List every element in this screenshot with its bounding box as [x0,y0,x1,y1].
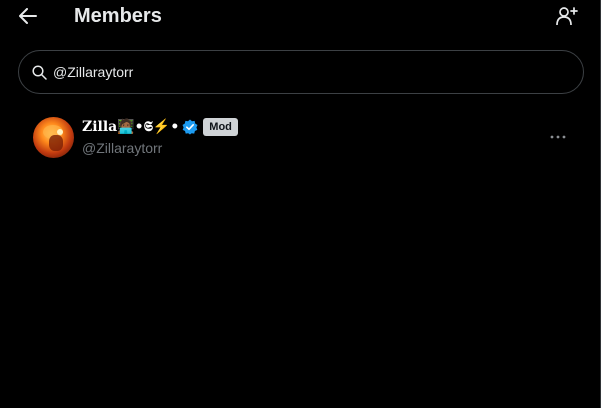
page-title: Members [74,5,162,27]
search-bar[interactable] [18,50,584,94]
search-input[interactable] [53,62,553,82]
member-display-name[interactable]: Zilla🧑🏾‍💻•𝕾⚡• [82,119,179,135]
back-button[interactable] [14,3,42,29]
arrow-left-icon [19,8,37,24]
more-horizontal-icon [550,135,566,139]
search-icon [32,64,48,80]
mod-badge: Mod [203,118,238,136]
avatar[interactable] [33,117,74,158]
verified-badge-icon [182,119,198,135]
header: Members [0,0,600,34]
members-panel: Members Zilla🧑🏾‍💻•𝕾⚡• [0,0,601,408]
more-options-button[interactable] [548,128,568,146]
member-name-line: Zilla🧑🏾‍💻•𝕾⚡• Mod [82,117,238,137]
member-handle: @Zillaraytorr [82,140,163,156]
add-user-icon [556,7,578,26]
member-list-item[interactable]: Zilla🧑🏾‍💻•𝕾⚡• Mod @Zillaraytorr [0,108,600,168]
add-member-button[interactable] [554,3,580,29]
